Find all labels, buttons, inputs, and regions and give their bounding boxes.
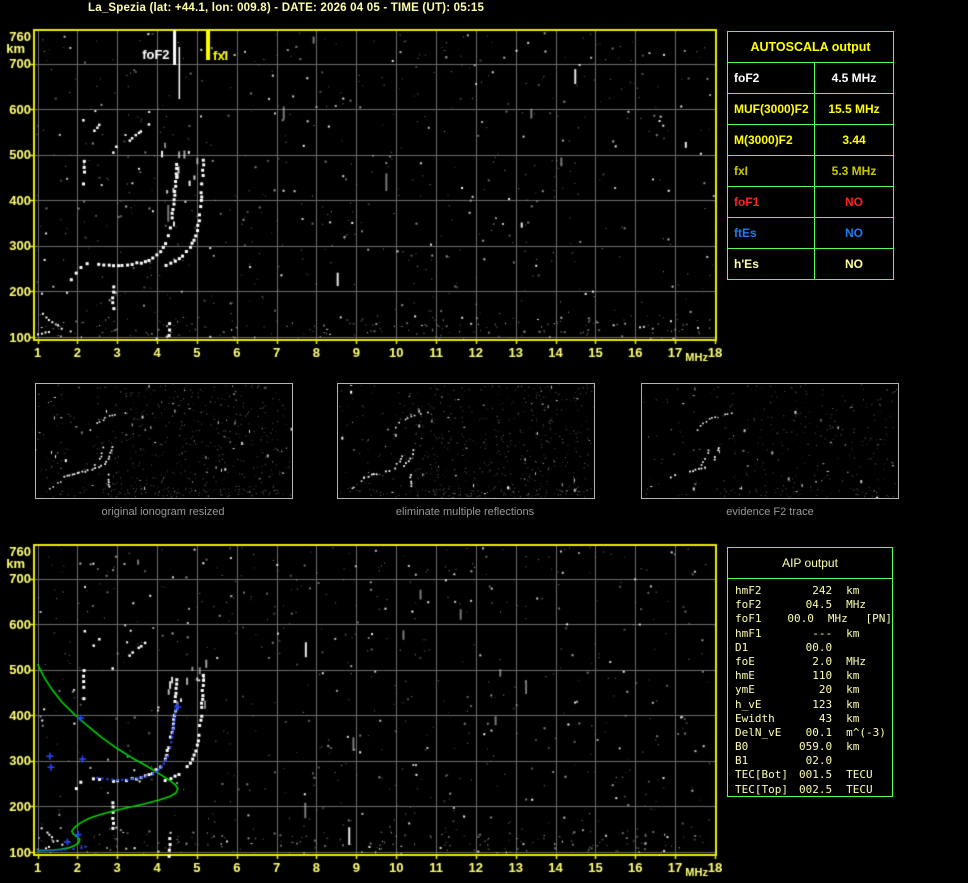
aip-row: foF2 04.5 MHz xyxy=(735,598,892,612)
aip-unit: km xyxy=(846,711,860,725)
aip-value: 110 xyxy=(812,669,833,683)
autoscala-row-value: 15.5 MHz xyxy=(815,93,893,124)
aip-row: TEC[Top] 002.5 TECU xyxy=(735,783,892,797)
aip-row: TEC[Bot] 001.5 TECU xyxy=(735,768,892,782)
aip-table-header: AIP output xyxy=(728,548,892,579)
aip-label: B0 xyxy=(735,740,749,754)
aip-row: h_vE 123 km xyxy=(735,698,892,712)
autoscala-row-value: 3.44 xyxy=(815,124,893,155)
aip-value: 002.5 xyxy=(799,782,833,796)
aip-value: 2.0 xyxy=(812,654,833,668)
bottom-ionogram-plot xyxy=(0,540,722,883)
aip-unit: TECU xyxy=(846,782,873,796)
aip-value: 00.0 xyxy=(787,612,814,626)
aip-row: hmE 110 km xyxy=(735,669,892,683)
caption-eliminate-reflections: eliminate multiple reflections xyxy=(395,506,535,518)
aip-unit xyxy=(846,641,890,655)
aip-label: hmF1 xyxy=(735,626,762,640)
aip-row: ymE 20 km xyxy=(735,683,892,697)
aip-row: B0 059.0 km xyxy=(735,740,892,754)
aip-row: DelN_vE 00.1 m^(-3) xyxy=(735,726,892,740)
aip-label: foE xyxy=(735,654,755,668)
aip-unit: MHz xyxy=(846,598,867,612)
aip-label: Ewidth xyxy=(735,711,775,725)
autoscala-output-table: AUTOSCALA output foF2 4.5 MHz MUF(3000)F2 1… xyxy=(727,31,894,280)
autoscala-row-label: M(3000)F2 xyxy=(728,124,815,155)
top-ionogram-plot xyxy=(0,25,722,370)
aip-value: 242 xyxy=(812,584,833,597)
autoscala-row-value: 4.5 MHz xyxy=(815,62,893,93)
aip-unit: MHz xyxy=(846,654,867,668)
autoscala-row-label: h'Es xyxy=(728,248,815,279)
aip-label: TEC[Top] xyxy=(735,782,788,796)
autoscala-row-label: fxI xyxy=(728,155,815,186)
aip-unit: km xyxy=(846,584,860,597)
aip-label: ymE xyxy=(735,683,755,697)
aip-row: hmF1 --- km xyxy=(735,627,892,641)
aip-row: foF1 00.0 MHz [PN] xyxy=(735,612,892,626)
autoscala-row-value: NO xyxy=(815,248,893,279)
autoscala-row-value: NO xyxy=(815,186,893,217)
aip-value: 20 xyxy=(818,683,833,697)
aip-label: hmF2 xyxy=(735,584,762,597)
autoscala-row-label: MUF(3000)F2 xyxy=(728,93,815,124)
aip-value: 02.0 xyxy=(805,754,833,768)
caption-original-ionogram: original ionogram resized xyxy=(101,506,225,518)
aip-value: 43 xyxy=(818,711,833,725)
aip-unit: km xyxy=(846,683,860,697)
aip-unit: km xyxy=(846,669,860,683)
autoscala-row-value: NO xyxy=(815,217,893,248)
aip-label: h_vE xyxy=(735,697,762,711)
aip-label: foF1 xyxy=(735,612,762,626)
aip-row: B1 02.0 xyxy=(735,754,892,768)
aip-table-body: hmF2 242 km foF2 04.5 MHz foF1 00.0 MHz [PN] hmF1-… xyxy=(728,579,892,797)
aip-value: --- xyxy=(812,626,833,640)
caption-evidence-f2-trace: evidence F2 trace xyxy=(726,506,814,518)
aip-output-table: AIP output hmF2 242 km foF2 04.5 MHz foF1 00.0 M… xyxy=(727,547,893,797)
aip-row: foE 2.0 MHz xyxy=(735,655,892,669)
panel-evidence-f2-trace xyxy=(641,383,899,499)
autoscala-output-screen: { "title": "La_Spezia (lat: +44.1, lon: … xyxy=(0,0,968,883)
aip-label: D1 xyxy=(735,640,749,654)
aip-unit xyxy=(846,754,890,768)
aip-value: 04.5 xyxy=(805,598,833,612)
aip-unit: km xyxy=(846,626,860,640)
aip-value: 123 xyxy=(812,697,833,711)
aip-row: Ewidth 43 km xyxy=(735,712,892,726)
autoscala-table-body: foF2 4.5 MHz MUF(3000)F2 15.5 MHz M(3000)F2 3… xyxy=(728,62,893,279)
aip-row: hmF2 242 km xyxy=(735,584,892,598)
aip-label: foF2 xyxy=(735,598,762,612)
panel-eliminate-reflections xyxy=(337,383,595,499)
aip-label: DelN_vE xyxy=(735,725,782,739)
aip-value: 00.0 xyxy=(805,640,833,654)
autoscala-row-value: 5.3 MHz xyxy=(815,155,893,186)
autoscala-row-label: foF2 xyxy=(728,62,815,93)
aip-row: D1 00.0 xyxy=(735,641,892,655)
panel-original-ionogram xyxy=(35,383,293,499)
page-title: La_Spezia (lat: +44.1, lon: 009.8) - DAT… xyxy=(88,2,485,14)
aip-value: 059.0 xyxy=(799,740,833,754)
autoscala-table-header: AUTOSCALA output xyxy=(750,40,871,54)
aip-unit: km xyxy=(846,740,860,754)
aip-extra: [PN] xyxy=(865,612,893,626)
autoscala-row-label: ftEs xyxy=(728,217,815,248)
aip-label: hmE xyxy=(735,669,755,683)
aip-unit: km xyxy=(846,697,860,711)
aip-label: TEC[Bot] xyxy=(735,768,788,782)
aip-label: B1 xyxy=(735,754,749,768)
aip-value: 00.1 xyxy=(805,725,833,739)
autoscala-row-label: foF1 xyxy=(728,186,815,217)
aip-unit: m^(-3) xyxy=(846,725,886,739)
aip-unit: MHz xyxy=(827,612,848,626)
aip-value: 001.5 xyxy=(799,768,833,782)
aip-unit: TECU xyxy=(846,768,873,782)
